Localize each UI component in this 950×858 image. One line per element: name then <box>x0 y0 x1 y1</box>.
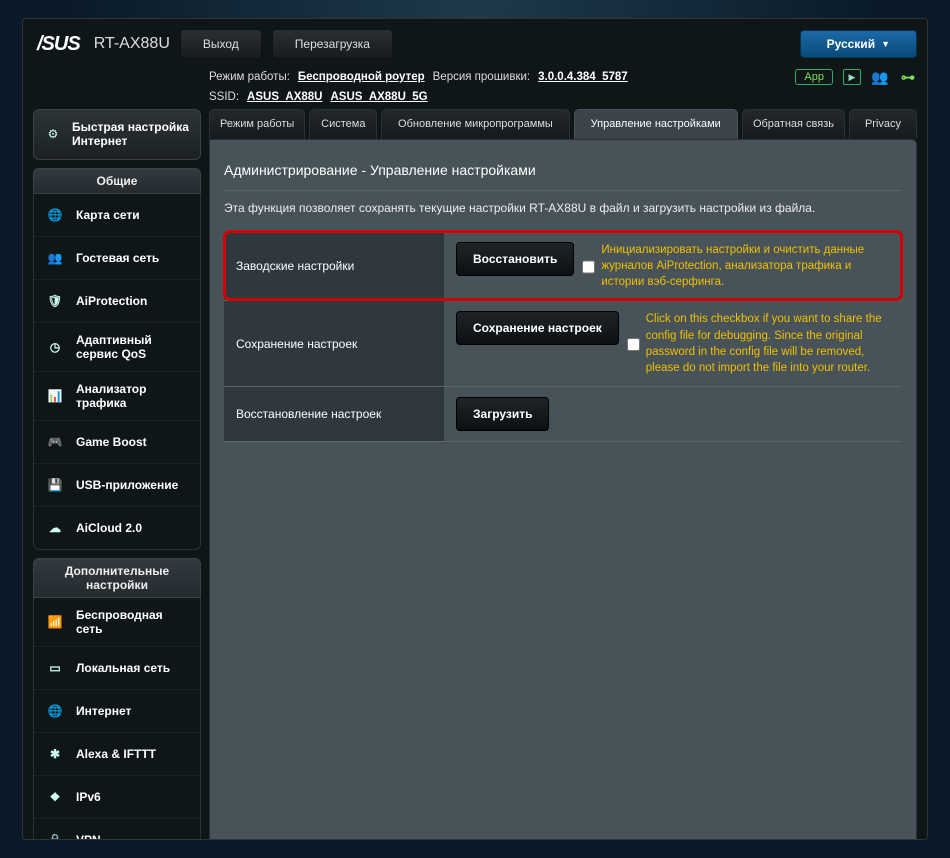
ssid-2: ASUS_AX88U_5G <box>330 91 427 103</box>
ssid-1: ASUS_AX88U <box>247 91 322 103</box>
initialize-note: Инициализировать настройки и очистить да… <box>601 242 890 290</box>
fw-label: Версия прошивки: <box>433 71 531 83</box>
sidebar-item-aicloud[interactable]: ☁AiCloud 2.0 <box>34 507 200 549</box>
ssid-label: SSID: <box>209 91 239 103</box>
upload-button[interactable]: Загрузить <box>456 397 549 431</box>
sidebar-item-wireless[interactable]: 📶Беспроводная сеть <box>34 598 200 647</box>
logout-button[interactable]: Выход <box>180 29 262 59</box>
row-save-settings: Сохранение настроек Сохранение настроек … <box>224 300 902 385</box>
share-config-note: Click on this checkbox if you want to sh… <box>646 311 890 375</box>
sidebar-item-qos[interactable]: ◷Адаптивный сервис QoS <box>34 323 200 372</box>
mode-link[interactable]: Беспроводной роутер <box>298 71 425 83</box>
sidebar-item-aiprotection[interactable]: 🛡AiProtection <box>34 280 200 323</box>
sidebar-item-network-map[interactable]: 🌐Карта сети <box>34 194 200 237</box>
tab-feedback[interactable]: Обратная связь <box>742 109 845 139</box>
gauge-icon: ◷ <box>44 336 66 358</box>
wifi-icon: 📶 <box>44 611 66 633</box>
reboot-button[interactable]: Перезагрузка <box>272 29 393 59</box>
restore-button[interactable]: Восстановить <box>456 242 574 276</box>
gamepad-icon: 🎮 <box>44 431 66 453</box>
tab-system[interactable]: Система <box>309 109 377 139</box>
save-settings-button[interactable]: Сохранение настроек <box>456 311 619 345</box>
row-restore-settings: Восстановление настроек Загрузить <box>224 386 902 442</box>
ethernet-icon: ▭ <box>44 657 66 679</box>
users-icon[interactable]: 👥 <box>871 69 889 85</box>
brand-logo: /SUS <box>33 33 80 56</box>
page-title: Администрирование - Управление настройка… <box>224 154 902 191</box>
sidebar-item-guest[interactable]: 👥Гостевая сеть <box>34 237 200 280</box>
chevron-down-icon: ▼ <box>881 39 890 49</box>
quick-setup-button[interactable]: ⚙ Быстрая настройка Интернет <box>33 109 201 160</box>
sidebar-item-ipv6[interactable]: ❖IPv6 <box>34 776 200 819</box>
language-selector[interactable]: Русский ▼ <box>800 30 917 58</box>
fw-link[interactable]: 3.0.0.4.384_5787 <box>538 71 628 83</box>
sidebar-item-alexa[interactable]: ✱Alexa & IFTTT <box>34 733 200 776</box>
tab-settings-mgmt[interactable]: Управление настройками <box>574 109 738 139</box>
initialize-checkbox[interactable] <box>582 244 595 290</box>
sidebar-item-traffic[interactable]: 📊Анализатор трафика <box>34 372 200 421</box>
upload-label: Восстановление настроек <box>224 387 444 441</box>
usb-icon[interactable]: ⊶ <box>899 69 917 85</box>
usb-icon: 💾 <box>44 474 66 496</box>
sparkle-icon: ✱ <box>44 743 66 765</box>
share-config-checkbox[interactable] <box>627 313 640 375</box>
sidebar-item-gameboost[interactable]: 🎮Game Boost <box>34 421 200 464</box>
sidebar-group-general: Общие <box>33 168 201 194</box>
app-button[interactable]: App <box>795 69 833 85</box>
page-description: Эта функция позволяет сохранять текущие … <box>224 201 902 215</box>
language-label: Русский <box>827 37 876 51</box>
globe-icon: 🌐 <box>44 700 66 722</box>
tab-privacy[interactable]: Privacy <box>849 109 917 139</box>
sidebar-item-vpn[interactable]: 🔒VPN <box>34 819 200 840</box>
play-icon[interactable]: ▶ <box>843 69 861 85</box>
factory-label: Заводские настройки <box>224 232 444 300</box>
lock-icon: 🔒 <box>44 829 66 840</box>
sidebar-item-wan[interactable]: 🌐Интернет <box>34 690 200 733</box>
cloud-icon: ☁ <box>44 517 66 539</box>
sidebar-item-usb[interactable]: 💾USB-приложение <box>34 464 200 507</box>
shield-icon: 🛡 <box>44 290 66 312</box>
quick-setup-label: Быстрая настройка Интернет <box>72 120 192 149</box>
gear-icon: ⚙ <box>42 123 64 145</box>
mode-label: Режим работы: <box>209 71 290 83</box>
users-icon: 👥 <box>44 247 66 269</box>
ipv6-icon: ❖ <box>44 786 66 808</box>
save-label: Сохранение настроек <box>224 301 444 385</box>
sidebar-item-lan[interactable]: ▭Локальная сеть <box>34 647 200 690</box>
chart-icon: 📊 <box>44 385 66 407</box>
tab-operation-mode[interactable]: Режим работы <box>209 109 305 139</box>
model-name: RT-AX88U <box>94 35 170 53</box>
sidebar-group-advanced: Дополнительные настройки <box>33 558 201 598</box>
tab-firmware[interactable]: Обновление микропрограммы <box>381 109 569 139</box>
row-factory-defaults: Заводские настройки Восстановить Инициал… <box>224 231 902 300</box>
globe-icon: 🌐 <box>44 204 66 226</box>
